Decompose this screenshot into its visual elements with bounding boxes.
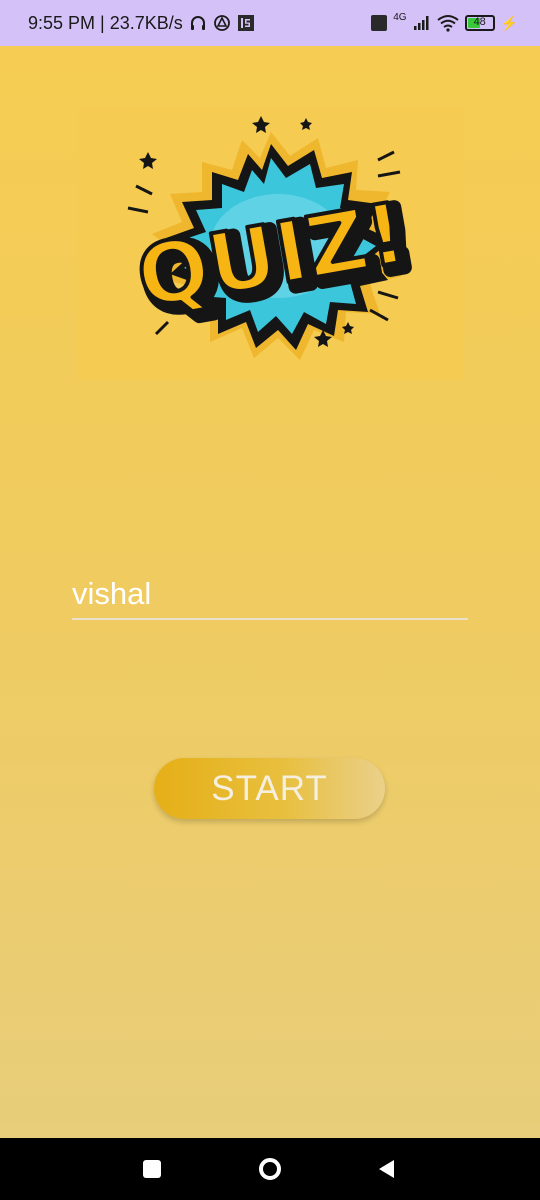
is-app-icon bbox=[237, 14, 255, 32]
quiz-logo-art: QUIZ! QUIZ! bbox=[127, 116, 427, 360]
wifi-icon bbox=[436, 14, 459, 32]
drive-icon bbox=[213, 14, 231, 32]
charging-icon: ⚡ bbox=[500, 14, 518, 31]
back-button[interactable] bbox=[351, 1138, 421, 1200]
name-input[interactable] bbox=[72, 568, 468, 620]
start-button[interactable]: START bbox=[154, 758, 385, 819]
name-input-container bbox=[72, 568, 468, 622]
recents-button[interactable] bbox=[117, 1138, 187, 1200]
home-button[interactable] bbox=[235, 1138, 305, 1200]
name-input-underline bbox=[72, 618, 468, 620]
network-type-label: 4G bbox=[393, 11, 407, 23]
volte-icon bbox=[371, 15, 388, 31]
recents-icon bbox=[143, 1160, 161, 1178]
back-icon bbox=[379, 1160, 394, 1178]
navigation-bar bbox=[0, 1138, 540, 1200]
status-bar: 9:55 PM | 23.7KB/s 4G 48 ⚡ bbox=[0, 0, 540, 46]
status-right: 4G 48 ⚡ bbox=[371, 11, 518, 32]
home-icon bbox=[259, 1158, 281, 1180]
battery-level: 48 bbox=[473, 16, 486, 28]
signal-icon bbox=[413, 14, 431, 32]
headphones-icon bbox=[189, 14, 207, 32]
battery-icon: 48 bbox=[464, 15, 495, 31]
quiz-logo: QUIZ! QUIZ! bbox=[78, 108, 464, 380]
status-left: 9:55 PM | 23.7KB/s bbox=[28, 13, 371, 34]
status-time-speed: 9:55 PM | 23.7KB/s bbox=[28, 12, 183, 33]
